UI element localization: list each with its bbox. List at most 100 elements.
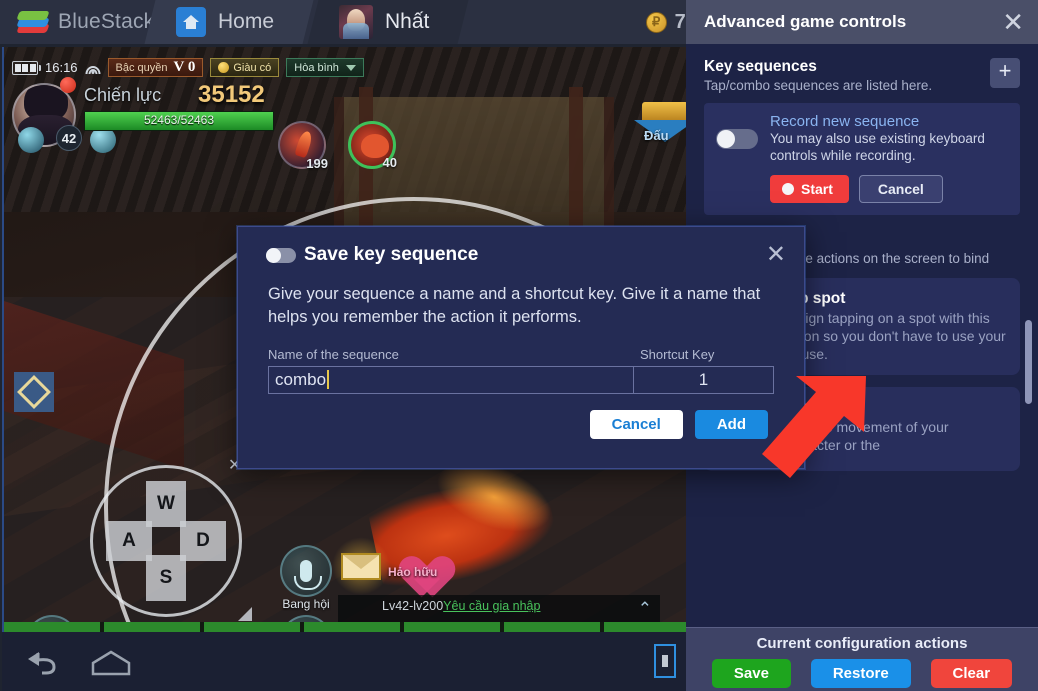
close-icon[interactable]: ✕ [766,243,786,267]
dpad-overlay[interactable]: W A D S ✕ [90,457,252,621]
app-root: BlueStacks Home Nhất ₽ 783 [0,0,1038,691]
envelope-icon [341,552,381,580]
vip-badge-label: Bậc quyền [115,61,168,74]
tap-spot-title: Tap spot [782,289,846,307]
restore-button[interactable]: Restore [810,659,911,688]
chevron-down-icon [345,64,356,71]
vip-badge[interactable]: Bậc quyền V 0 [107,58,204,77]
action-friend-label: Hảo hữu [388,565,438,579]
add-sequence-button[interactable]: + [990,58,1020,88]
microphone-icon [294,560,322,590]
home-icon [176,7,206,37]
buff-orb-1-icon[interactable] [18,127,44,153]
quest-banner-label: Đấu [644,128,669,143]
health-bar-text: 52463/52463 [143,113,215,127]
clock-label: 16:16 [45,60,78,75]
dialog-description: Give your sequence a name and a shortcut… [268,285,761,326]
shortcut-key-field-group: Shortcut Key 1 [634,347,774,394]
key-sequences-section: Key sequences Tap/combo sequences are li… [704,58,1020,93]
record-toggle[interactable] [716,129,758,149]
power-label: Chiến lực [84,85,162,105]
quest-banner[interactable]: Đấu [634,102,686,156]
dialog-buttons: Cancel Add [238,394,804,439]
record-buttons: Start Cancel [770,174,1008,203]
panel-footer: Current configuration actions Save Resto… [686,627,1038,691]
action-guild[interactable]: Bang hội [280,545,332,611]
pet-slot-1-count: 199 [306,156,328,171]
wifi-icon [85,61,101,74]
game-skill-bar[interactable] [4,622,686,632]
panel-header: Advanced game controls ✕ [686,0,1038,44]
record-dot-icon [782,182,794,195]
rich-badge-label: Giàu có [233,61,272,74]
pet-slot-1[interactable]: 199 [278,121,328,171]
start-recording-button[interactable]: Start [770,174,849,203]
pet-slot-2[interactable]: 40 [348,121,397,170]
clear-button[interactable]: Clear [930,659,1013,688]
dialog-title: Save key sequence [304,244,479,265]
coin-icon: ₽ [645,11,667,33]
rich-badge[interactable]: Giàu có [210,58,280,77]
dialog-header: Save key sequence ✕ [238,227,804,267]
chat-line-1-prefix: Lv42-lv200 [382,599,444,613]
cancel-recording-button[interactable]: Cancel [858,174,943,203]
panel-scrollbar[interactable] [1025,320,1032,404]
dpad-key-down[interactable]: S [146,555,186,601]
peace-mode-label: Hòa bình [294,61,339,74]
sequence-toggle-icon [266,247,296,263]
key-sequences-subtitle: Tap/combo sequences are listed here. [704,78,933,93]
page-title: Advanced game controls [704,12,907,31]
tap-spot-desc: Assign tapping on a spot with this actio… [782,309,1006,362]
android-navbar [2,632,686,691]
chat-line-1[interactable]: Lv42-lv200Yêu cầu gia nhập [382,599,540,613]
tab-home-label: Home [218,10,275,33]
action-mail[interactable] [332,537,390,595]
cancel-button[interactable]: Cancel [589,409,683,439]
peace-mode-dropdown[interactable]: Hòa bình [286,58,364,77]
add-button[interactable]: Add [694,409,768,439]
bluestacks-brand: BlueStacks [16,0,165,44]
save-button[interactable]: Save [711,659,791,688]
dpad-key-right[interactable]: D [180,521,226,561]
game-status-strip: 16:16 Bậc quyền V 0 Giàu có Hòa bình [12,58,364,77]
text-caret [327,370,329,390]
home-button[interactable] [90,650,132,676]
record-subtitle: You may also use existing keyboard contr… [770,131,985,163]
save-key-sequence-dialog: Save key sequence ✕ Give your sequence a… [237,226,805,469]
dialog-fields: Name of the sequence combo Shortcut Key … [238,329,804,394]
health-bar: 52463/52463 [84,111,274,131]
tab-game[interactable]: Nhất [307,0,469,44]
action-guild-label: Bang hội [282,597,330,611]
start-recording-label: Start [801,180,833,197]
chat-line-1-link[interactable]: Yêu cầu gia nhập [443,599,540,613]
notification-dot [60,77,76,93]
battery-icon [12,60,41,75]
sequence-name-value: combo [275,369,327,389]
bluestacks-logo-icon [16,9,50,35]
power-value: 35152 [198,81,265,108]
game-avatar-icon [339,5,373,39]
coin-small-icon [218,62,230,73]
back-button[interactable] [24,650,64,676]
record-title: Record new sequence [770,113,920,130]
close-icon[interactable]: ✕ [1002,9,1024,35]
sequence-name-label: Name of the sequence [268,346,399,362]
shortcut-key-input[interactable]: 1 [634,365,774,394]
character-hud[interactable]: 42 Chiến lực 35152 52463/52463 199 40 [12,77,397,171]
tab-home[interactable]: Home [144,0,314,44]
keyboard-toggle-button[interactable] [654,644,676,678]
footer-buttons: Save Restore Clear [686,659,1038,688]
character-level: 42 [56,125,82,151]
key-sequences-title: Key sequences [704,58,817,75]
sequence-name-input[interactable]: combo [268,365,634,394]
annotation-arrow-icon [760,370,870,490]
resize-handle[interactable] [238,607,252,621]
vip-badge-value: V 0 [173,59,196,75]
tab-game-label: Nhất [385,10,430,33]
sequence-name-field-group: Name of the sequence combo [268,347,634,394]
record-sequence-card: Record new sequence You may also use exi… [704,103,1020,215]
footer-title: Current configuration actions [756,635,968,652]
minimap-toggle-icon[interactable] [14,372,54,412]
chevron-up-icon[interactable]: ⌃ [638,599,652,619]
shortcut-key-label: Shortcut Key [640,346,715,362]
